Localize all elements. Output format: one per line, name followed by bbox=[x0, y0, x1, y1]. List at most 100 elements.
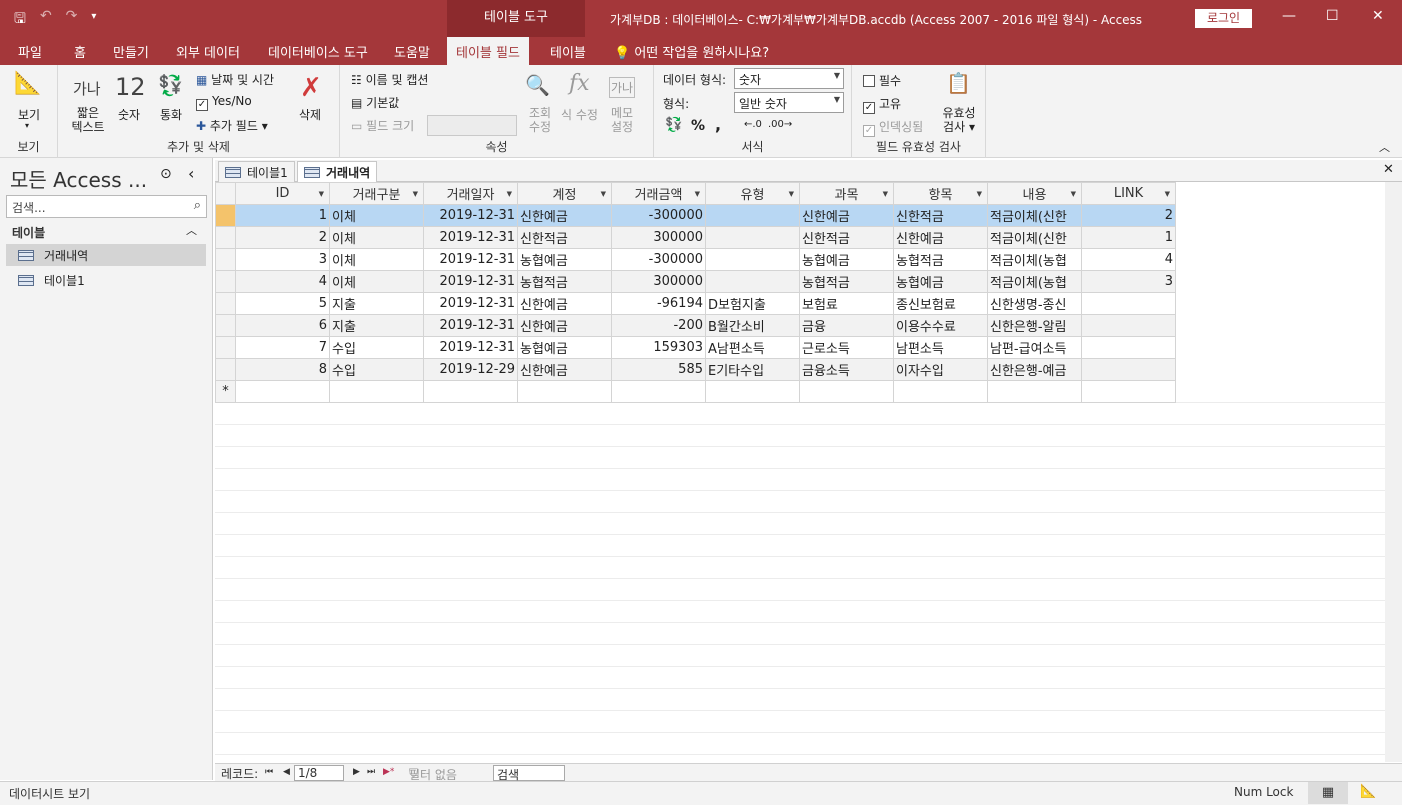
decrease-decimals-icon[interactable]: .00→ bbox=[768, 119, 792, 130]
record-selector[interactable] bbox=[215, 226, 236, 249]
sort-dropdown-icon[interactable]: ▼ bbox=[1165, 190, 1170, 198]
tab-table[interactable]: 테이블 bbox=[550, 42, 586, 61]
table-cell[interactable] bbox=[705, 248, 800, 271]
undo-icon[interactable]: ↶ bbox=[40, 8, 52, 32]
table-cell[interactable]: 신한예금 bbox=[517, 358, 612, 381]
new-record-row[interactable]: * bbox=[215, 380, 1176, 403]
table-cell[interactable]: 농협예금 bbox=[893, 270, 988, 293]
table-cell[interactable] bbox=[423, 380, 518, 403]
nav-title[interactable]: 모든 Access ... bbox=[10, 164, 147, 193]
table-cell[interactable]: 농협예금 bbox=[517, 248, 612, 271]
table-cell[interactable]: 1 bbox=[235, 204, 330, 227]
table-cell[interactable]: D보험지출 bbox=[705, 292, 800, 315]
table-cell[interactable] bbox=[517, 380, 612, 403]
record-selector[interactable] bbox=[215, 314, 236, 337]
default-value-button[interactable]: ▤ 기본값 bbox=[351, 94, 399, 111]
customize-qat-icon[interactable]: ▾ bbox=[91, 11, 96, 32]
table-cell[interactable]: 3 bbox=[235, 248, 330, 271]
table-cell[interactable]: 신한예금 bbox=[517, 204, 612, 227]
table-cell[interactable]: 남편-급여소득 bbox=[987, 336, 1082, 359]
sort-dropdown-icon[interactable]: ▼ bbox=[1071, 190, 1076, 198]
collapse-ribbon-icon[interactable]: ︿ bbox=[1379, 139, 1390, 155]
table-cell[interactable]: E기타수입 bbox=[705, 358, 800, 381]
table-row[interactable]: 7 수입 2019-12-31 농협예금 159303 A남편소득 근로소득 남편소득 남편-급… bbox=[215, 336, 1176, 359]
tab-home[interactable]: 홈 bbox=[74, 42, 86, 61]
table-cell[interactable]: 신한적금 bbox=[517, 226, 612, 249]
table-cell[interactable]: 2019-12-29 bbox=[423, 358, 518, 381]
collapse-nav-icon[interactable]: ‹ bbox=[188, 164, 194, 183]
table-cell[interactable]: 8 bbox=[235, 358, 330, 381]
table-cell[interactable] bbox=[705, 204, 800, 227]
table-cell[interactable]: 이체 bbox=[329, 204, 424, 227]
table-cell[interactable] bbox=[1081, 292, 1176, 315]
record-selector[interactable] bbox=[215, 336, 236, 359]
sort-dropdown-icon[interactable]: ▼ bbox=[789, 190, 794, 198]
table-cell[interactable]: 적금이체(신한 bbox=[987, 226, 1082, 249]
login-button[interactable]: 로그인 bbox=[1195, 9, 1252, 28]
table-cell[interactable]: 신한은행-알림 bbox=[987, 314, 1082, 337]
percent-format-button[interactable]: % bbox=[691, 118, 705, 134]
table-row[interactable]: 1 이체 2019-12-31 신한예금 -300000 신한예금 신한적금 적금이체(신한 2 bbox=[215, 204, 1176, 227]
more-fields-button[interactable]: ✚ 추가 필드 ▾ bbox=[196, 117, 268, 134]
table-cell[interactable]: 농협적금 bbox=[893, 248, 988, 271]
validation-button[interactable]: 유효성 검사 ▾ bbox=[940, 106, 978, 134]
tell-me-box[interactable]: 💡 어떤 작업을 원하시나요? bbox=[614, 42, 769, 61]
design-view-icon[interactable]: 📐 bbox=[1360, 784, 1376, 799]
column-header[interactable]: 유형 ▼ bbox=[705, 182, 800, 205]
sort-dropdown-icon[interactable]: ▼ bbox=[601, 190, 606, 198]
table-cell[interactable]: 2019-12-31 bbox=[423, 336, 518, 359]
field-size-input[interactable] bbox=[427, 115, 517, 136]
table-cell[interactable]: A남편소득 bbox=[705, 336, 800, 359]
table-cell[interactable]: 1 bbox=[1081, 226, 1176, 249]
table-cell[interactable]: 3 bbox=[1081, 270, 1176, 293]
table-cell[interactable]: B월간소비 bbox=[705, 314, 800, 337]
table-row[interactable]: 4 이체 2019-12-31 농협적금 300000 농협적금 농협예금 적금이체(농협 3 bbox=[215, 270, 1176, 293]
table-cell[interactable]: 근로소득 bbox=[799, 336, 894, 359]
table-cell[interactable]: 2 bbox=[1081, 204, 1176, 227]
table-cell[interactable] bbox=[1081, 380, 1176, 403]
record-search-input[interactable]: 검색 bbox=[493, 765, 565, 782]
column-header[interactable]: 거래일자 ▼ bbox=[423, 182, 518, 205]
table-cell[interactable]: 종신보험료 bbox=[893, 292, 988, 315]
record-selector[interactable] bbox=[215, 292, 236, 315]
table-cell[interactable]: 신한생명-종신 bbox=[987, 292, 1082, 315]
table-row[interactable]: 5 지출 2019-12-31 신한예금 -96194 D보험지출 보험료 종신보험료 신한생명… bbox=[215, 292, 1176, 315]
column-header[interactable]: 계정 ▼ bbox=[517, 182, 612, 205]
table-cell[interactable]: 300000 bbox=[611, 270, 706, 293]
table-cell[interactable] bbox=[893, 380, 988, 403]
last-record-icon[interactable]: ⏭ bbox=[367, 767, 375, 777]
tab-file[interactable]: 파일 bbox=[18, 42, 42, 61]
close-document-icon[interactable]: ✕ bbox=[1383, 162, 1394, 177]
nav-item-table1[interactable]: 테이블1 bbox=[6, 269, 206, 291]
nav-menu-icon[interactable]: ⊙ bbox=[160, 166, 172, 182]
table-cell[interactable]: 농협적금 bbox=[799, 270, 894, 293]
table-cell[interactable]: 585 bbox=[611, 358, 706, 381]
expression-edit-button[interactable]: 식 수정 bbox=[561, 106, 598, 123]
table-cell[interactable]: 신한적금 bbox=[893, 204, 988, 227]
table-cell[interactable]: 신한적금 bbox=[799, 226, 894, 249]
sort-dropdown-icon[interactable]: ▼ bbox=[977, 190, 982, 198]
view-dropdown-icon[interactable]: ▾ bbox=[25, 121, 29, 130]
doc-tab-transactions[interactable]: 거래내역 bbox=[297, 161, 378, 183]
tab-table-fields[interactable]: 테이블 필드 bbox=[447, 37, 529, 65]
vertical-scrollbar[interactable] bbox=[1385, 182, 1402, 762]
table-cell[interactable]: 2019-12-31 bbox=[423, 204, 518, 227]
indexed-checkbox[interactable]: ✓ 인덱싱됨 bbox=[863, 118, 923, 137]
tab-create[interactable]: 만들기 bbox=[113, 42, 149, 61]
redo-icon[interactable]: ↷ bbox=[66, 8, 78, 32]
name-caption-button[interactable]: ☷ 이름 및 캡션 bbox=[351, 71, 428, 88]
sort-dropdown-icon[interactable]: ▼ bbox=[883, 190, 888, 198]
record-selector[interactable] bbox=[215, 270, 236, 293]
table-row[interactable]: 6 지출 2019-12-31 신한예금 -200 B월간소비 금융 이용수수료 신한은행-알림 bbox=[215, 314, 1176, 337]
table-cell[interactable]: -300000 bbox=[611, 248, 706, 271]
table-cell[interactable]: 적금이체(농협 bbox=[987, 270, 1082, 293]
table-cell[interactable]: 농협적금 bbox=[517, 270, 612, 293]
table-cell[interactable]: 신한예금 bbox=[799, 204, 894, 227]
table-cell[interactable]: 300000 bbox=[611, 226, 706, 249]
date-time-button[interactable]: ▦ 날짜 및 시간 bbox=[196, 71, 274, 88]
table-row[interactable]: 3 이체 2019-12-31 농협예금 -300000 농협예금 농협적금 적금이체(농협 4 bbox=[215, 248, 1176, 271]
table-cell[interactable]: 2019-12-31 bbox=[423, 270, 518, 293]
table-cell[interactable] bbox=[1081, 336, 1176, 359]
doc-tab-table1[interactable]: 테이블1 bbox=[218, 161, 295, 182]
table-cell[interactable]: 2019-12-31 bbox=[423, 314, 518, 337]
